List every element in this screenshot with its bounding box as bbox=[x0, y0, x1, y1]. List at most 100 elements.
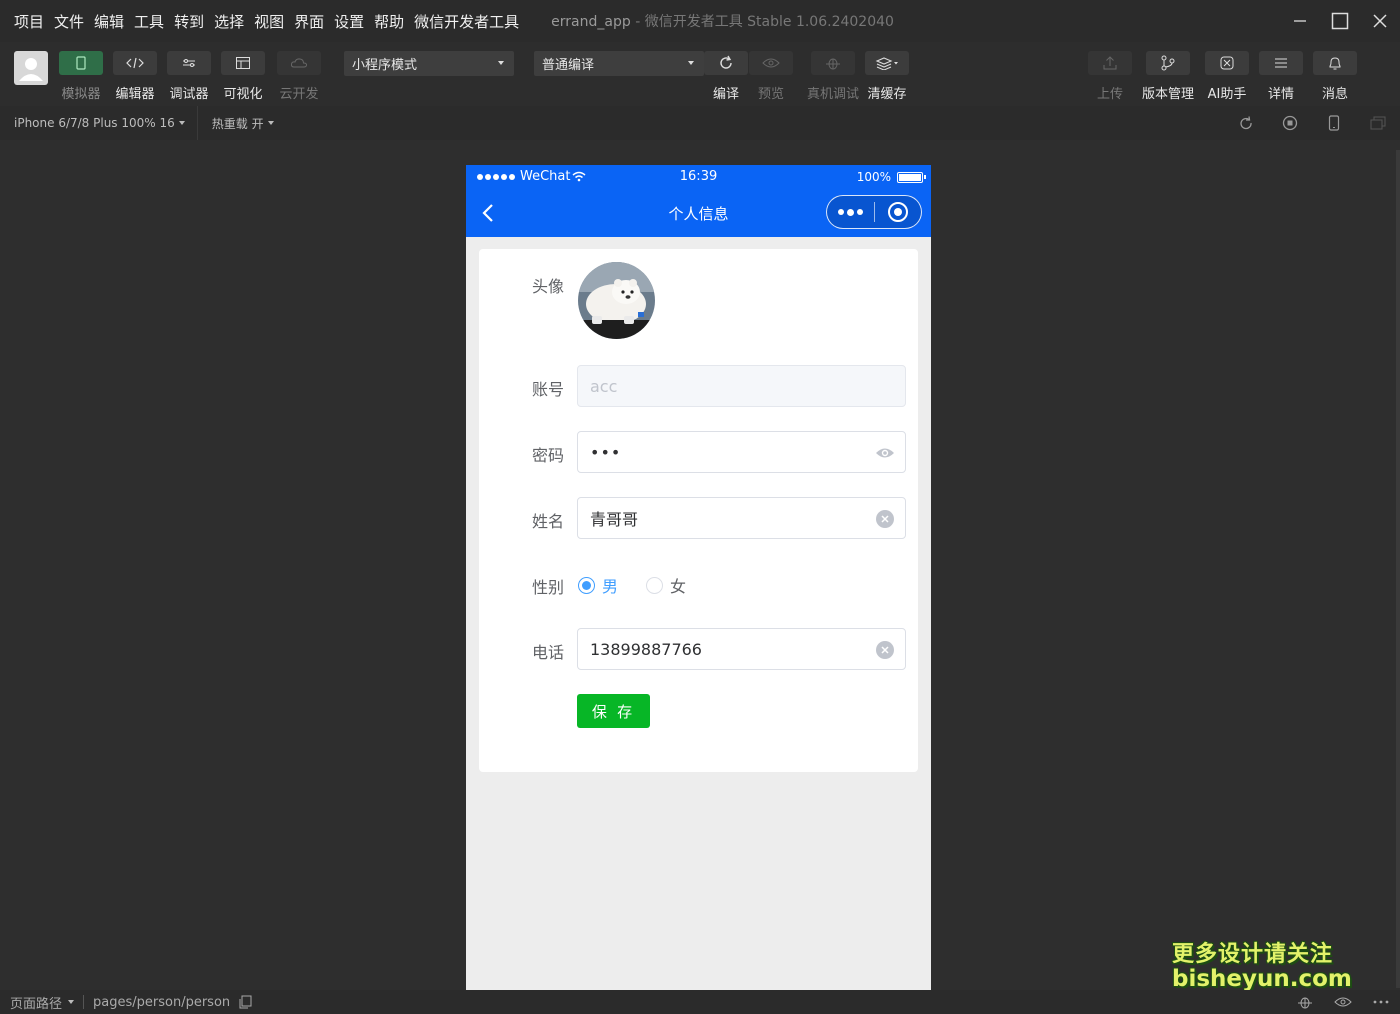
mode-select[interactable]: 小程序模式 bbox=[344, 51, 514, 76]
compile-button[interactable]: 编译 bbox=[704, 51, 748, 102]
gender-female-label: 女 bbox=[670, 577, 687, 596]
toolbar: 模拟器 编辑器 调试器 可视化 云开发 小程序模式 普通编译 编译 预览 真机调… bbox=[0, 42, 1400, 106]
radio-unchecked-icon bbox=[646, 576, 664, 594]
menu-settings[interactable]: 设置 bbox=[334, 11, 364, 32]
debugger-button[interactable]: 调试器 bbox=[167, 51, 211, 102]
menu-select[interactable]: 选择 bbox=[214, 11, 244, 32]
menu-tools[interactable]: 工具 bbox=[134, 11, 164, 32]
phone-simulator: WeChat 16:39 100% 个人信息 头像 账号 acc 密码 ••• … bbox=[466, 165, 931, 990]
save-button[interactable]: 保 存 bbox=[577, 694, 650, 728]
password-label: 密码 bbox=[532, 446, 565, 465]
account-input[interactable]: acc bbox=[577, 365, 906, 407]
menu-view[interactable]: 视图 bbox=[254, 11, 284, 32]
avatar-label: 头像 bbox=[532, 277, 565, 296]
eye-icon[interactable] bbox=[1324, 996, 1362, 1008]
menu-project[interactable]: 项目 bbox=[14, 11, 44, 32]
miniprogram-capsule bbox=[826, 195, 922, 229]
page-path-select[interactable]: 页面路径 bbox=[0, 993, 75, 1012]
minimize-icon[interactable] bbox=[1280, 0, 1320, 42]
version-button[interactable]: 版本管理 bbox=[1142, 51, 1194, 102]
stop-icon[interactable] bbox=[1268, 115, 1312, 131]
maximize-icon[interactable] bbox=[1320, 0, 1360, 42]
upload-button[interactable]: 上传 bbox=[1088, 51, 1132, 102]
menu-edit[interactable]: 编辑 bbox=[94, 11, 124, 32]
menu-file[interactable]: 文件 bbox=[54, 11, 84, 32]
rotate-icon[interactable] bbox=[1224, 115, 1268, 131]
ai-icon bbox=[1205, 51, 1249, 75]
visual-label: 可视化 bbox=[223, 87, 263, 102]
details-button[interactable]: 详情 bbox=[1259, 51, 1303, 102]
bug-icon[interactable] bbox=[1286, 994, 1324, 1010]
ai-assistant-button[interactable]: AI助手 bbox=[1205, 51, 1249, 102]
password-input[interactable]: ••• bbox=[577, 431, 906, 473]
editor-button[interactable]: 编辑器 bbox=[113, 51, 157, 102]
watermark-line1: 更多设计请关注 bbox=[1172, 942, 1334, 967]
radio-checked-icon bbox=[578, 576, 595, 594]
cloud-label: 云开发 bbox=[279, 87, 319, 102]
profile-form-card: 头像 账号 acc 密码 ••• 姓名 青哥哥 性别 男 女 电话 138998… bbox=[479, 249, 918, 772]
gender-label: 性别 bbox=[532, 578, 565, 597]
battery-indicator: 100% bbox=[856, 170, 926, 184]
preview-label: 预览 bbox=[757, 87, 784, 102]
more-dots-icon[interactable] bbox=[1362, 1000, 1400, 1004]
cloud-button[interactable]: 云开发 bbox=[277, 51, 321, 102]
preview-button[interactable]: 预览 bbox=[749, 51, 793, 102]
compile-select-value: 普通编译 bbox=[542, 58, 595, 73]
menu-list: 项目 文件 编辑 工具 转到 选择 视图 界面 设置 帮助 微信开发者工具 bbox=[0, 11, 529, 32]
window-icon[interactable] bbox=[1356, 116, 1400, 130]
menu-goto[interactable]: 转到 bbox=[174, 11, 204, 32]
more-dots-icon[interactable] bbox=[827, 208, 874, 216]
close-target-icon[interactable] bbox=[875, 201, 921, 223]
gender-female-radio[interactable]: 女 bbox=[646, 573, 686, 597]
messages-button[interactable]: 消息 bbox=[1313, 51, 1357, 102]
password-value: ••• bbox=[590, 442, 622, 462]
chevron-down-icon bbox=[267, 121, 274, 125]
menu-interface[interactable]: 界面 bbox=[294, 11, 324, 32]
watermark-line2: bisheyun.com bbox=[1172, 966, 1352, 992]
hot-reload-value: 热重载 开 bbox=[211, 116, 264, 131]
eye-icon bbox=[749, 51, 793, 75]
menu-bar: 项目 文件 编辑 工具 转到 选择 视图 界面 设置 帮助 微信开发者工具 er… bbox=[0, 0, 1400, 42]
remote-debug-button[interactable]: 真机调试 bbox=[807, 51, 859, 102]
account-placeholder: acc bbox=[590, 376, 618, 396]
clear-icon[interactable] bbox=[875, 640, 895, 660]
clear-icon[interactable] bbox=[875, 509, 895, 529]
clear-cache-button[interactable]: 清缓存 bbox=[865, 51, 909, 102]
page-path-label: 页面路径 bbox=[10, 996, 63, 1012]
menu-help[interactable]: 帮助 bbox=[374, 11, 404, 32]
name-input[interactable]: 青哥哥 bbox=[577, 497, 906, 539]
user-avatar[interactable] bbox=[14, 51, 48, 85]
simulator-label: 模拟器 bbox=[61, 87, 101, 102]
window-controls bbox=[1280, 0, 1400, 42]
hot-reload-select[interactable]: 热重载 开 bbox=[198, 115, 286, 132]
layers-icon bbox=[865, 51, 909, 75]
device-select[interactable]: iPhone 6/7/8 Plus 100% 16 bbox=[0, 116, 197, 130]
code-icon bbox=[113, 51, 157, 75]
close-icon[interactable] bbox=[1360, 0, 1400, 42]
refresh-icon bbox=[704, 51, 748, 75]
profile-avatar[interactable] bbox=[578, 262, 655, 339]
divider bbox=[83, 995, 85, 1009]
cloud-icon bbox=[277, 51, 321, 75]
copy-icon[interactable] bbox=[238, 995, 252, 1009]
menu-devtools[interactable]: 微信开发者工具 bbox=[414, 11, 519, 32]
simulator-button[interactable]: 模拟器 bbox=[59, 51, 103, 102]
visual-button[interactable]: 可视化 bbox=[221, 51, 265, 102]
compile-select[interactable]: 普通编译 bbox=[534, 51, 704, 76]
editor-label: 编辑器 bbox=[115, 87, 155, 102]
remote-debug-label: 真机调试 bbox=[807, 87, 860, 102]
details-label: 详情 bbox=[1267, 87, 1294, 102]
gender-male-radio[interactable]: 男 bbox=[578, 573, 618, 597]
gender-male-label: 男 bbox=[602, 577, 619, 596]
chevron-down-icon bbox=[688, 61, 694, 65]
eye-icon[interactable] bbox=[875, 443, 895, 463]
phone-icon[interactable] bbox=[1312, 115, 1356, 131]
battery-percent: 100% bbox=[856, 170, 891, 184]
battery-icon bbox=[897, 171, 926, 183]
phone-input[interactable]: 13899887766 bbox=[577, 628, 906, 670]
bug-icon bbox=[811, 51, 855, 75]
account-label: 账号 bbox=[532, 380, 565, 399]
scrollbar[interactable] bbox=[1396, 150, 1400, 988]
polar-bear-avatar-icon bbox=[578, 262, 655, 339]
phone-value: 13899887766 bbox=[590, 639, 702, 659]
